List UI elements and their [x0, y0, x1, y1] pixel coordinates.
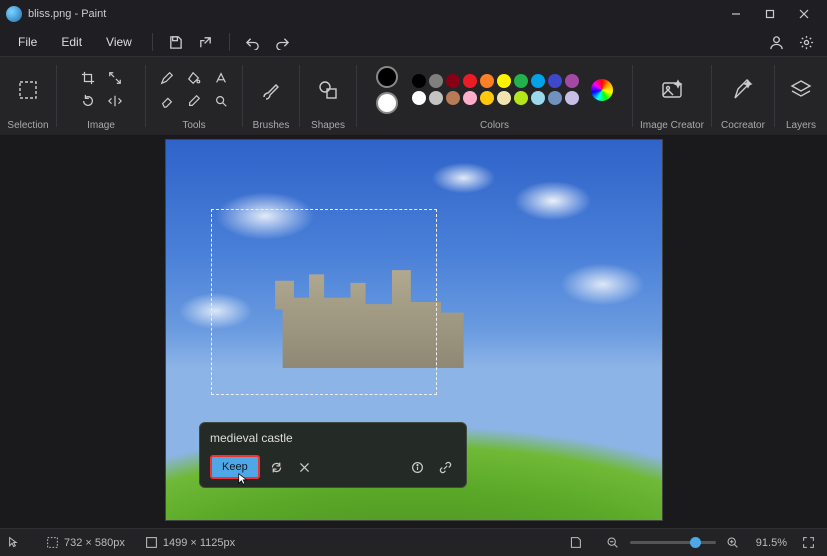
account-icon[interactable] — [763, 29, 789, 55]
swatch[interactable] — [446, 74, 460, 88]
maximize-button[interactable] — [753, 0, 787, 28]
swatch[interactable] — [429, 91, 443, 105]
pencil-icon[interactable] — [154, 67, 180, 89]
group-label-layers: Layers — [786, 118, 816, 131]
window-title: bliss.png - Paint — [28, 8, 106, 20]
zoom-out-icon[interactable] — [602, 532, 624, 554]
zoom-slider[interactable] — [630, 541, 716, 544]
crop-icon[interactable] — [75, 67, 101, 89]
separator — [152, 33, 153, 51]
flip-icon[interactable] — [102, 90, 128, 112]
swatch[interactable] — [548, 74, 562, 88]
select-tool[interactable] — [7, 66, 49, 114]
selection-size: 732 × 580px — [46, 536, 125, 549]
swatch[interactable] — [480, 74, 494, 88]
swatch[interactable] — [446, 91, 460, 105]
layers-button[interactable] — [780, 66, 822, 114]
regenerate-icon[interactable] — [266, 456, 288, 478]
swatch[interactable] — [514, 74, 528, 88]
menu-view[interactable]: View — [96, 32, 142, 52]
swatch[interactable] — [531, 91, 545, 105]
fill-icon[interactable] — [181, 67, 207, 89]
share-icon[interactable] — [193, 29, 219, 55]
undo-icon[interactable] — [240, 29, 266, 55]
resize-icon[interactable] — [102, 67, 128, 89]
zoom-level: 91.5% — [756, 537, 787, 549]
group-label-cocreator: Cocreator — [721, 118, 765, 131]
group-label-brushes: Brushes — [253, 118, 290, 131]
redo-icon[interactable] — [270, 29, 296, 55]
canvas-size: 1499 × 1125px — [145, 536, 235, 549]
shapes-button[interactable] — [307, 66, 349, 114]
cancel-icon[interactable] — [294, 456, 316, 478]
keep-button[interactable]: Keep — [210, 455, 260, 479]
fit-screen-icon[interactable] — [797, 532, 819, 554]
cursor-position — [8, 536, 26, 549]
menu-edit[interactable]: Edit — [51, 32, 92, 52]
zoom-in-icon[interactable] — [722, 532, 744, 554]
selection-marquee[interactable] — [211, 209, 437, 395]
text-icon[interactable] — [208, 67, 234, 89]
group-label-image: Image — [87, 118, 115, 131]
swatch[interactable] — [565, 91, 579, 105]
swatch[interactable] — [412, 74, 426, 88]
settings-icon[interactable] — [793, 29, 819, 55]
info-icon[interactable] — [406, 456, 428, 478]
app-icon — [6, 6, 22, 22]
rotate-icon[interactable] — [75, 90, 101, 112]
close-button[interactable] — [787, 0, 821, 28]
image-creator-button[interactable] — [651, 66, 693, 114]
save-icon[interactable] — [163, 29, 189, 55]
separator — [229, 33, 230, 51]
eraser-icon[interactable] — [154, 90, 180, 112]
ai-prompt-input[interactable] — [210, 431, 456, 445]
swatch[interactable] — [480, 91, 494, 105]
picker-icon[interactable] — [181, 90, 207, 112]
swatch[interactable] — [497, 91, 511, 105]
swatch[interactable] — [463, 74, 477, 88]
group-label-image-creator: Image Creator — [640, 118, 704, 131]
swatch[interactable] — [463, 91, 477, 105]
mouse-cursor — [237, 472, 251, 489]
primary-color[interactable] — [376, 66, 398, 88]
brushes-button[interactable] — [250, 66, 292, 114]
group-label-colors: Colors — [480, 118, 509, 131]
link-icon[interactable] — [434, 456, 456, 478]
magnifier-icon[interactable] — [208, 90, 234, 112]
swatch[interactable] — [548, 91, 562, 105]
edit-colors-icon[interactable] — [591, 79, 613, 101]
swatch[interactable] — [531, 74, 545, 88]
cocreator-button[interactable] — [722, 66, 764, 114]
swatch[interactable] — [412, 91, 426, 105]
minimize-button[interactable] — [719, 0, 753, 28]
save-indicator-icon — [569, 536, 582, 549]
menu-file[interactable]: File — [8, 32, 47, 52]
group-label-selection: Selection — [7, 118, 48, 131]
swatch[interactable] — [565, 74, 579, 88]
group-label-tools: Tools — [182, 118, 205, 131]
swatch[interactable] — [429, 74, 443, 88]
group-label-shapes: Shapes — [311, 118, 345, 131]
swatch[interactable] — [497, 74, 511, 88]
color-palette — [412, 74, 579, 105]
swatch[interactable] — [514, 91, 528, 105]
secondary-color[interactable] — [376, 92, 398, 114]
